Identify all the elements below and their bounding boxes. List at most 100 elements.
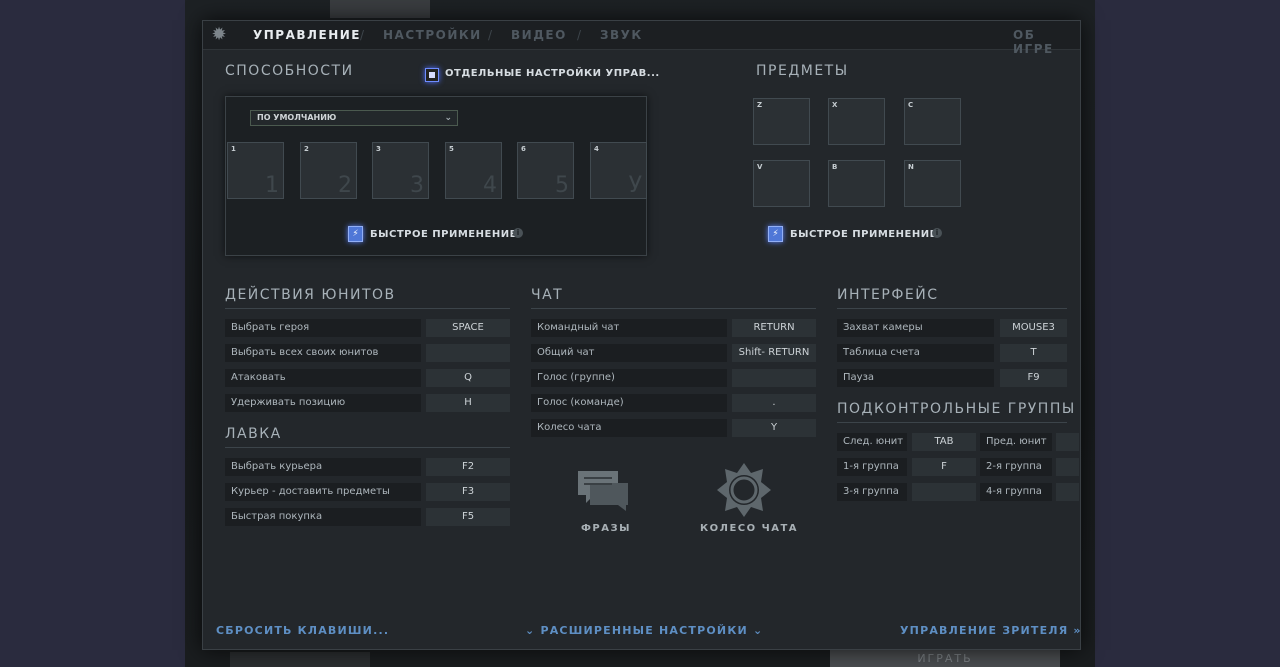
advanced-settings-link[interactable]: ⌄ РАСШИРЕННЫЕ НАСТРОЙКИ ⌄	[525, 624, 763, 637]
ability-slot-key: 2	[304, 145, 309, 153]
chat-wheel-icon[interactable]	[715, 461, 773, 519]
binding-key[interactable]: Q	[426, 369, 510, 387]
tab-video[interactable]: ВИДЕО	[511, 28, 567, 42]
binding-label: Таблица счета	[837, 344, 994, 362]
binding-label: 4-я группа	[980, 483, 1052, 501]
binding-key[interactable]: RETURN	[732, 319, 816, 337]
binding-key[interactable]	[1056, 458, 1079, 476]
reset-keys-link[interactable]: СБРОСИТЬ КЛАВИШИ...	[216, 624, 389, 637]
item-slot-key: Z	[757, 101, 763, 109]
section-divider	[837, 308, 1067, 309]
background-hud-fragment	[330, 0, 430, 18]
binding-label: Курьер - доставить предметы	[225, 483, 421, 501]
binding-key[interactable]	[426, 344, 510, 362]
quick-cast-toggle-icon[interactable]: ⚡	[348, 226, 363, 242]
binding-key[interactable]: T	[1000, 344, 1067, 362]
item-slot-key: C	[908, 101, 914, 109]
ability-slot[interactable]: 11	[227, 142, 284, 199]
tab-separator: /	[577, 28, 582, 42]
settings-panel: ✹ УПРАВЛЕНИЕ / НАСТРОЙКИ / ВИДЕО / ЗВУК …	[202, 20, 1081, 650]
chat-wheel-label: КОЛЕСО ЧАТА	[700, 523, 799, 534]
gear-icon[interactable]: ✹	[209, 25, 229, 45]
info-icon[interactable]: i	[513, 228, 523, 238]
binding-label: Пауза	[837, 369, 994, 387]
separate-settings-label: ОТДЕЛЬНЫЕ НАСТРОЙКИ УПРАВ...	[445, 68, 660, 79]
binding-key[interactable]: SPACE	[426, 319, 510, 337]
binding-label: Командный чат	[531, 319, 727, 337]
spectator-controls-label: УПРАВЛЕНИЕ ЗРИТЕЛЯ	[900, 624, 1069, 637]
tab-separator: /	[360, 28, 365, 42]
binding-key[interactable]	[912, 483, 976, 501]
item-slot[interactable]: C	[904, 98, 961, 145]
ability-slot-key: 4	[594, 145, 599, 153]
tab-about[interactable]: ОБ ИГРЕ	[1013, 28, 1080, 56]
spectator-controls-link[interactable]: УПРАВЛЕНИЕ ЗРИТЕЛЯ »	[900, 624, 1082, 637]
double-chevron-right-icon: »	[1073, 624, 1082, 637]
binding-key[interactable]: F	[912, 458, 976, 476]
item-slot[interactable]: Z	[753, 98, 810, 145]
item-slot[interactable]: B	[828, 160, 885, 207]
ability-slot-label: 2	[338, 173, 352, 198]
tab-settings[interactable]: НАСТРОЙКИ	[383, 28, 482, 42]
info-icon[interactable]: i	[932, 228, 942, 238]
binding-label: Удерживать позицию	[225, 394, 421, 412]
shop-title: ЛАВКА	[225, 426, 282, 442]
binding-key[interactable]: F5	[426, 508, 510, 526]
binding-key[interactable]: TAB	[912, 433, 976, 451]
preset-dropdown[interactable]: ПО УМОЛЧАНИЮ ⌄	[250, 110, 458, 126]
control-groups-title: ПОДКОНТРОЛЬНЫЕ ГРУППЫ	[837, 401, 1076, 417]
binding-label: Выбрать курьера	[225, 458, 421, 476]
play-button[interactable]: ИГРАТЬ	[830, 650, 1060, 667]
item-slot[interactable]: V	[753, 160, 810, 207]
ability-slot[interactable]: 4У	[590, 142, 647, 199]
binding-label: Атаковать	[225, 369, 421, 387]
binding-key[interactable]: F9	[1000, 369, 1067, 387]
binding-key[interactable]	[1056, 433, 1079, 451]
binding-label: Выбрать героя	[225, 319, 421, 337]
ability-slot[interactable]: 54	[445, 142, 502, 199]
binding-key[interactable]: MOUSE3	[1000, 319, 1067, 337]
binding-label: Выбрать всех своих юнитов	[225, 344, 421, 362]
ability-slot[interactable]: 33	[372, 142, 429, 199]
ability-slot-label: 1	[265, 173, 279, 198]
ability-slot-key: 1	[231, 145, 236, 153]
section-divider	[225, 308, 510, 309]
ability-slot[interactable]: 22	[300, 142, 357, 199]
tab-sound[interactable]: ЗВУК	[600, 28, 643, 42]
binding-label: Захват камеры	[837, 319, 994, 337]
ability-slot-label: 4	[483, 173, 497, 198]
binding-key[interactable]: F2	[426, 458, 510, 476]
binding-label: 2-я группа	[980, 458, 1052, 476]
item-slot[interactable]: N	[904, 160, 961, 207]
section-divider	[531, 308, 816, 309]
chat-title: ЧАТ	[531, 287, 564, 303]
chat-phrases-label: ФРАЗЫ	[581, 523, 631, 534]
binding-key[interactable]	[732, 369, 816, 387]
preset-dropdown-value: ПО УМОЛЧАНИЮ	[257, 113, 337, 122]
tab-controls[interactable]: УПРАВЛЕНИЕ	[253, 28, 361, 42]
unit-actions-title: ДЕЙСТВИЯ ЮНИТОВ	[225, 287, 396, 303]
abilities-box: ПО УМОЛЧАНИЮ ⌄ 11 22 33 54 65 4У ⚡ БЫСТР…	[225, 96, 647, 256]
binding-label: Общий чат	[531, 344, 727, 362]
binding-label: 1-я группа	[837, 458, 907, 476]
ability-slot[interactable]: 65	[517, 142, 574, 199]
ability-slot-label: 3	[410, 173, 424, 198]
chat-phrases-icon[interactable]	[576, 469, 630, 513]
binding-label: Пред. юнит	[980, 433, 1052, 451]
binding-key[interactable]: Shift- RETURN	[732, 344, 816, 362]
binding-key[interactable]: .	[732, 394, 816, 412]
separate-settings-checkbox[interactable]	[425, 68, 439, 82]
binding-key[interactable]: H	[426, 394, 510, 412]
binding-key[interactable]	[1056, 483, 1079, 501]
binding-key[interactable]: F3	[426, 483, 510, 501]
item-slot[interactable]: X	[828, 98, 885, 145]
quick-cast-label: БЫСТРОЕ ПРИМЕНЕНИЕ	[370, 229, 517, 240]
binding-label: След. юнит	[837, 433, 907, 451]
ability-slot-key: 6	[521, 145, 526, 153]
item-slot-key: X	[832, 101, 838, 109]
binding-label: Быстрая покупка	[225, 508, 421, 526]
items-title: ПРЕДМЕТЫ	[756, 63, 849, 79]
quick-cast-toggle-icon[interactable]: ⚡	[768, 226, 783, 242]
chevron-down-icon: ⌄	[752, 624, 764, 637]
binding-key[interactable]: Y	[732, 419, 816, 437]
